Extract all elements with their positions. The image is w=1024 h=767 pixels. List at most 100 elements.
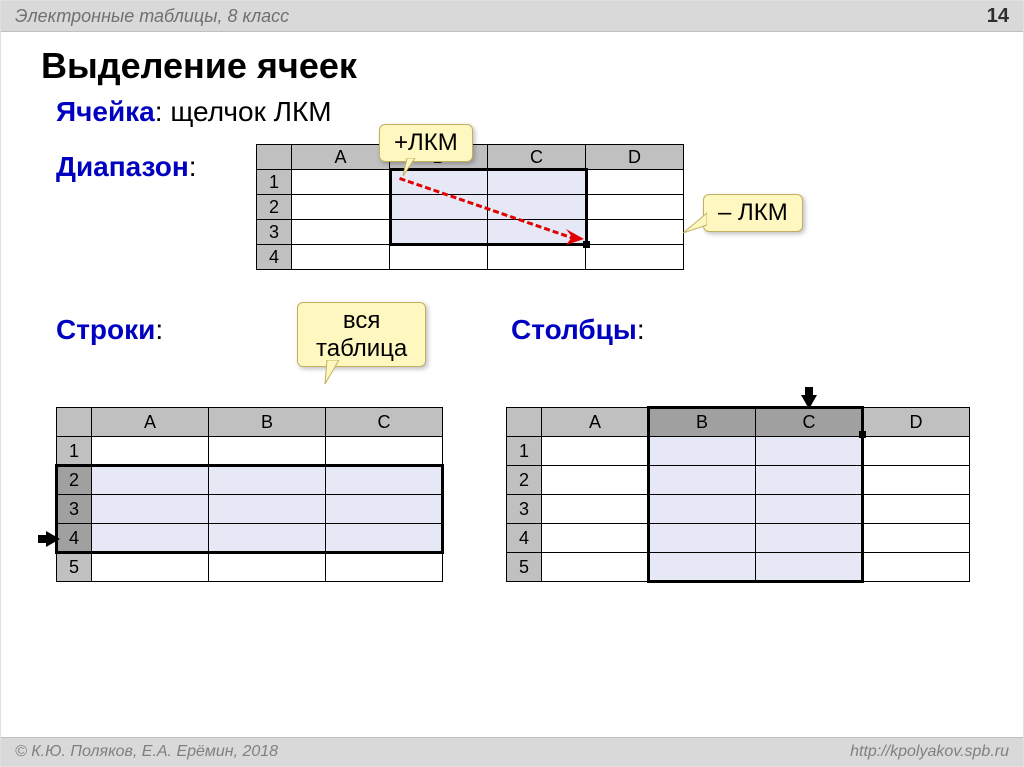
cell[interactable] xyxy=(92,437,209,466)
row-header[interactable]: 1 xyxy=(507,437,542,466)
cell[interactable] xyxy=(209,553,326,582)
label-cols-term: Столбцы xyxy=(511,314,637,345)
slide-title: Выделение ячеек xyxy=(41,45,1023,87)
cell[interactable] xyxy=(542,524,649,553)
header-bar: Электронные таблицы, 8 класс 14 xyxy=(1,1,1023,32)
arrow-right-icon xyxy=(46,531,60,547)
row-header[interactable]: 1 xyxy=(57,437,92,466)
row-header[interactable]: 2 xyxy=(257,195,292,220)
cell-selected[interactable] xyxy=(326,466,443,495)
cell-selected[interactable] xyxy=(756,553,863,582)
row-header-selected[interactable]: 4 xyxy=(57,524,92,553)
callout-pointer xyxy=(321,360,345,386)
footer-url: http://kpolyakov.spb.ru xyxy=(850,743,1009,761)
cell[interactable] xyxy=(863,437,970,466)
callout-pointer xyxy=(399,158,419,178)
callout-pointer xyxy=(683,209,707,233)
cell[interactable] xyxy=(542,495,649,524)
cell-selected[interactable] xyxy=(488,170,586,195)
cell[interactable] xyxy=(92,553,209,582)
cell-selected[interactable] xyxy=(209,466,326,495)
cell-selected[interactable] xyxy=(649,466,756,495)
cell-selected[interactable] xyxy=(649,437,756,466)
cell[interactable] xyxy=(542,466,649,495)
cell[interactable] xyxy=(863,495,970,524)
col-header-a[interactable]: A xyxy=(292,145,390,170)
cell[interactable] xyxy=(586,245,684,270)
corner-cell[interactable] xyxy=(57,408,92,437)
row-header[interactable]: 3 xyxy=(507,495,542,524)
callout-plus-lkm: +ЛКМ xyxy=(379,124,473,162)
col-header-selected[interactable]: C xyxy=(756,408,863,437)
cell-selected[interactable] xyxy=(756,437,863,466)
cell[interactable] xyxy=(542,553,649,582)
row-header-selected[interactable]: 3 xyxy=(57,495,92,524)
sheet-range: A B C D 1 2 3 xyxy=(256,144,684,270)
label-range: Диапазон: xyxy=(56,151,197,183)
cell-selected[interactable] xyxy=(488,195,586,220)
row-header[interactable]: 1 xyxy=(257,170,292,195)
callout-whole-table-l1: вся xyxy=(343,307,380,334)
cell[interactable] xyxy=(586,220,684,245)
cell-selected[interactable] xyxy=(92,524,209,553)
label-rows: Строки: xyxy=(56,314,163,346)
header-subject: Электронные таблицы, 8 класс xyxy=(15,6,289,27)
cell[interactable] xyxy=(292,170,390,195)
label-cols: Столбцы: xyxy=(511,314,645,346)
cell-selected[interactable] xyxy=(326,524,443,553)
cell-selected[interactable] xyxy=(209,524,326,553)
cell-selected[interactable] xyxy=(209,495,326,524)
cell-selected[interactable] xyxy=(756,524,863,553)
col-header[interactable]: A xyxy=(92,408,209,437)
cell[interactable] xyxy=(209,437,326,466)
label-rows-colon: : xyxy=(155,314,163,345)
col-header-d[interactable]: D xyxy=(586,145,684,170)
cell[interactable] xyxy=(586,170,684,195)
col-header-c[interactable]: C xyxy=(488,145,586,170)
row-header[interactable]: 5 xyxy=(57,553,92,582)
cell-selected[interactable] xyxy=(756,495,863,524)
cell-selected[interactable] xyxy=(92,466,209,495)
arrow-down-icon xyxy=(801,395,817,409)
cell-selected[interactable] xyxy=(326,495,443,524)
col-header[interactable]: C xyxy=(326,408,443,437)
cell-selected[interactable] xyxy=(92,495,209,524)
col-header[interactable]: B xyxy=(209,408,326,437)
cell-selected[interactable] xyxy=(649,495,756,524)
col-header[interactable]: D xyxy=(863,408,970,437)
col-header[interactable]: A xyxy=(542,408,649,437)
row-header[interactable]: 3 xyxy=(257,220,292,245)
label-range-term: Диапазон xyxy=(56,151,189,182)
slide-content: Выделение ячеек Ячейка: щелчок ЛКМ Диапа… xyxy=(1,31,1023,738)
cell[interactable] xyxy=(586,195,684,220)
callout-minus-lkm: – ЛКМ xyxy=(703,194,803,232)
cell[interactable] xyxy=(292,195,390,220)
corner-cell[interactable] xyxy=(257,145,292,170)
corner-cell[interactable] xyxy=(507,408,542,437)
selection-handle[interactable] xyxy=(859,431,866,438)
cell[interactable] xyxy=(542,437,649,466)
cell[interactable] xyxy=(326,553,443,582)
row-header[interactable]: 4 xyxy=(507,524,542,553)
label-cols-colon: : xyxy=(637,314,645,345)
cell-selected[interactable] xyxy=(390,195,488,220)
col-header-selected[interactable]: B xyxy=(649,408,756,437)
cell-selected[interactable] xyxy=(756,466,863,495)
label-rows-term: Строки xyxy=(56,314,155,345)
cell[interactable] xyxy=(390,245,488,270)
cell-selected[interactable] xyxy=(649,553,756,582)
cell-selected[interactable] xyxy=(390,220,488,245)
cell[interactable] xyxy=(292,220,390,245)
row-header[interactable]: 4 xyxy=(257,245,292,270)
cell[interactable] xyxy=(863,553,970,582)
page-number: 14 xyxy=(987,5,1009,28)
cell[interactable] xyxy=(863,466,970,495)
footer-bar: © К.Ю. Поляков, Е.А. Ерёмин, 2018 http:/… xyxy=(1,737,1023,766)
row-header[interactable]: 2 xyxy=(507,466,542,495)
row-header-selected[interactable]: 2 xyxy=(57,466,92,495)
cell-selected[interactable] xyxy=(649,524,756,553)
cell[interactable] xyxy=(326,437,443,466)
row-header[interactable]: 5 xyxy=(507,553,542,582)
cell[interactable] xyxy=(863,524,970,553)
cell[interactable] xyxy=(292,245,390,270)
